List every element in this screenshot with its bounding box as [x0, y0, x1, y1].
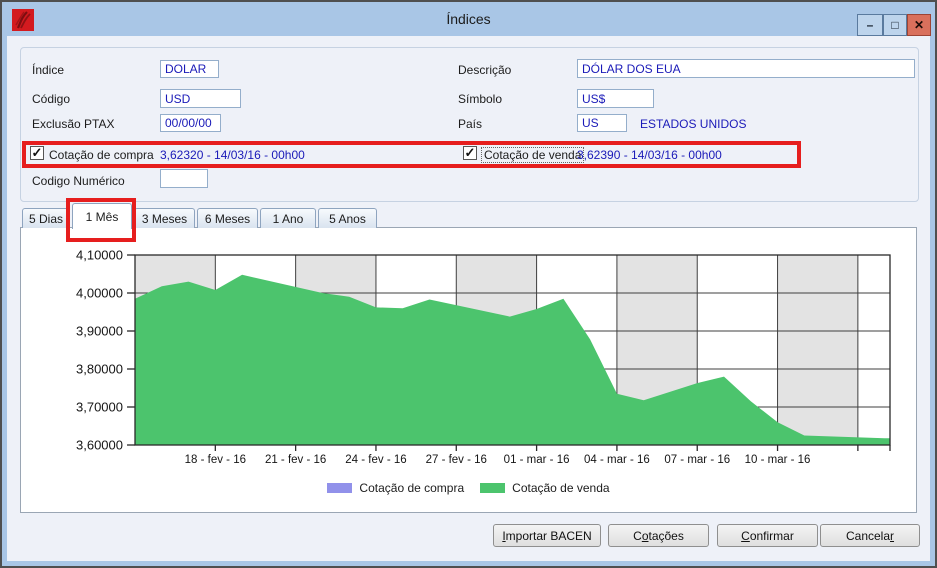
codigo-numerico-input[interactable] [160, 169, 208, 188]
title-bar[interactable]: Índices – □ ✕ [2, 2, 935, 36]
pais-label: País [458, 117, 483, 131]
simbolo-label: Símbolo [458, 92, 503, 106]
indice-input[interactable] [160, 60, 219, 78]
simbolo-input[interactable] [577, 89, 654, 108]
cotacao-venda-value: 3,62390 - 14/03/16 - 00h00 [577, 148, 722, 162]
close-button[interactable]: ✕ [907, 14, 931, 36]
exclusao-ptax-label: Exclusão PTAX [32, 117, 115, 131]
codigo-numerico-label: Codigo Numérico [32, 174, 125, 188]
pais-name-text: ESTADOS UNIDOS [640, 117, 747, 131]
legend-swatch-icon [480, 483, 506, 493]
cotacao-venda-checkbox[interactable] [463, 146, 477, 160]
codigo-label: Código [32, 92, 71, 106]
chart-legend: Cotação de compra Cotação de venda [20, 481, 917, 495]
tab-1-ano[interactable]: 1 Ano [260, 208, 316, 228]
button-confirmar[interactable]: Confirmar [717, 524, 818, 547]
maximize-button[interactable]: □ [883, 14, 907, 36]
legend-item-cotação-de-compra: Cotação de compra [327, 481, 464, 495]
pais-input[interactable] [577, 114, 627, 132]
codigo-input[interactable] [160, 89, 241, 108]
minimize-button[interactable]: – [857, 14, 883, 36]
tab-5-dias[interactable]: 5 Dias [22, 208, 70, 228]
exclusao-ptax-input[interactable] [160, 114, 221, 132]
cotacao-compra-checkbox[interactable] [30, 146, 44, 160]
descricao-label: Descrição [458, 63, 512, 77]
period-tabs: 5 Dias 1 Mês 3 Meses 6 Meses 1 Ano 5 Anos [22, 203, 377, 229]
legend-item-cotação-de-venda: Cotação de venda [480, 481, 610, 495]
indice-label: Índice [32, 63, 65, 77]
legend-label: Cotação de venda [512, 481, 610, 495]
window-title: Índices [446, 11, 491, 27]
tab-1-mês[interactable]: 1 Mês [72, 203, 132, 229]
legend-label: Cotação de compra [359, 481, 465, 495]
button-cancelar[interactable]: Cancela r [820, 524, 920, 547]
indices-window: Índices – □ ✕ Índice Código Exclusão PTA… [0, 0, 937, 568]
legend-swatch-icon [327, 483, 353, 493]
chart-panel [20, 227, 917, 513]
cotacao-compra-value: 3,62320 - 14/03/16 - 00h00 [160, 148, 305, 162]
tab-3-meses[interactable]: 3 Meses [134, 208, 195, 228]
cotacao-compra-label: Cotação de compra [49, 148, 154, 162]
cotacao-venda-label: Cotação de venda [481, 147, 585, 163]
tab-5-anos[interactable]: 5 Anos [318, 208, 377, 228]
button-cotações[interactable]: Co tações [608, 524, 709, 547]
button-importar-bacen[interactable]: Importar BACEN [493, 524, 601, 547]
descricao-input[interactable] [577, 59, 915, 78]
tab-6-meses[interactable]: 6 Meses [197, 208, 258, 228]
